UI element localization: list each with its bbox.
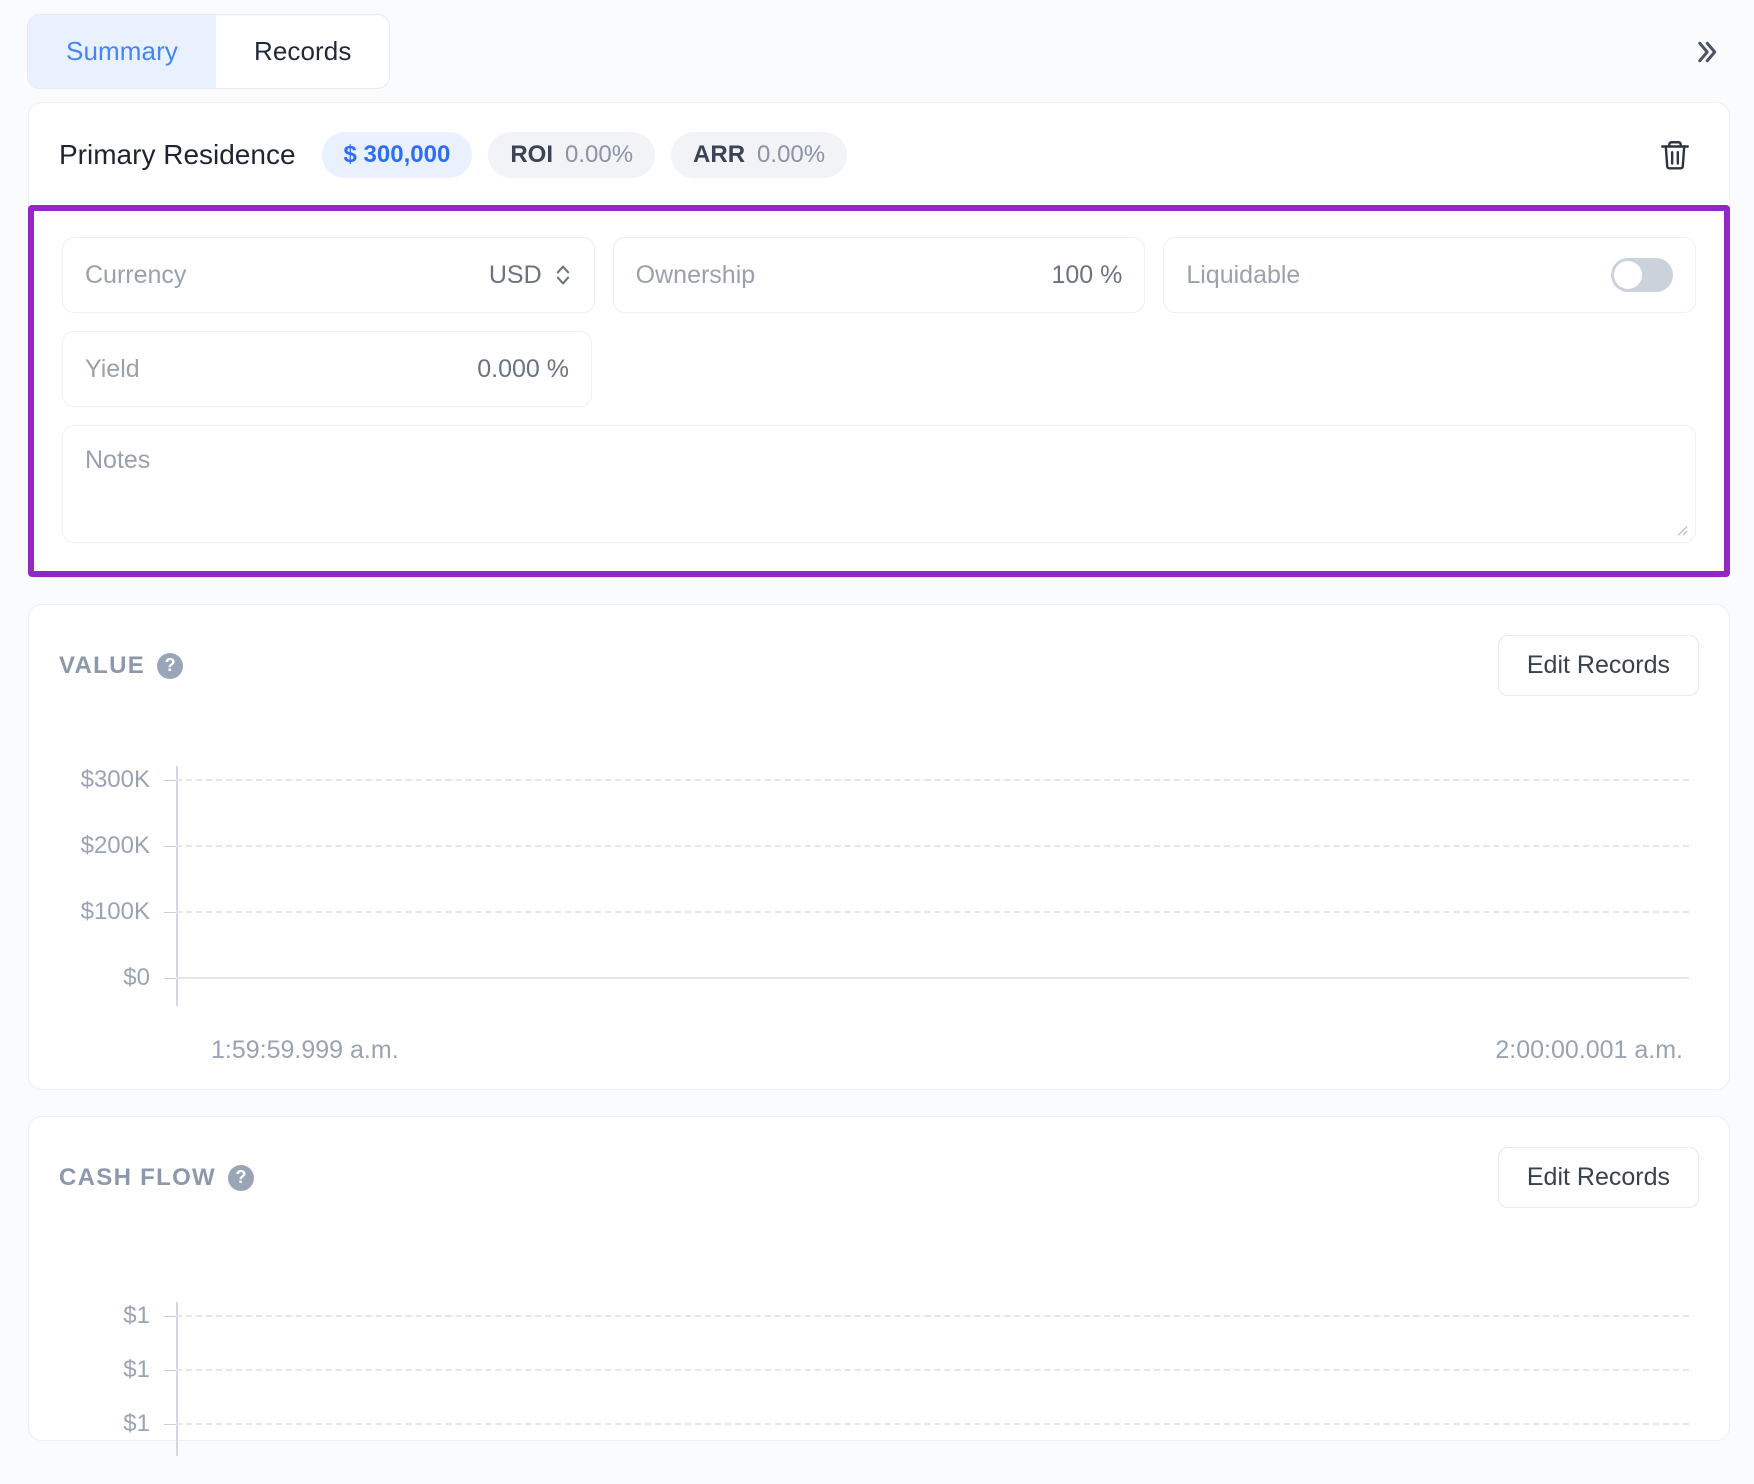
cashflow-gridline-1: $1 (59, 1302, 1689, 1330)
value-tick-mark (164, 779, 176, 781)
cashflow-chart-header: CASH FLOW ? Edit Records (59, 1147, 1699, 1208)
value-ytick-label: $300K (80, 766, 150, 793)
value-section-title: VALUE (59, 651, 146, 679)
value-gridline-300k: $300K (59, 766, 1689, 794)
asset-header: Primary Residence $ 300,000 ROI 0.00% AR… (29, 103, 1729, 205)
value-plot-gridlines: $300K $200K $100K $0 (59, 704, 1699, 1024)
chevron-double-right-icon[interactable] (1684, 30, 1728, 74)
value-grid-line (176, 845, 1689, 847)
cashflow-gridline-3: $1 (59, 1410, 1689, 1438)
form-row-2-spacer-2 (1162, 331, 1696, 407)
value-grid-line (176, 911, 1689, 913)
value-chart-card: VALUE ? Edit Records $300K $200K $100K $… (28, 604, 1730, 1090)
form-row-1: Currency USD Ownership 100 % Liquidable (62, 237, 1697, 313)
liquidable-field[interactable]: Liquidable (1163, 237, 1697, 313)
resize-handle-icon[interactable] (1674, 522, 1688, 536)
value-ytick-label: $0 (123, 964, 150, 991)
roi-value: 0.00% (564, 141, 634, 168)
arr-badge: ARR 0.00% (671, 132, 848, 178)
yield-value: 0.000 % (477, 354, 569, 383)
value-xtick-end: 2:00:00.001 a.m. (1495, 1036, 1683, 1064)
value-ytick-label: $100K (80, 898, 150, 925)
value-tick-mark (164, 845, 176, 847)
toggle-knob (1614, 261, 1643, 289)
question-mark-icon[interactable]: ? (157, 652, 184, 679)
value-xtick-start: 1:59:59.999 a.m. (211, 1036, 399, 1064)
cashflow-edit-records-button[interactable]: Edit Records (1497, 1147, 1699, 1208)
form-row-2: Yield 0.000 % (62, 331, 1696, 407)
chevron-up-down-icon[interactable] (554, 262, 572, 288)
value-gridline-200k: $200K (59, 832, 1689, 860)
yield-input[interactable]: Yield 0.000 % (62, 331, 592, 407)
form-row-2-spacer (610, 331, 1144, 407)
value-tick-mark (164, 911, 176, 913)
arr-value: 0.00% (757, 141, 826, 168)
currency-value-group: USD (489, 261, 572, 290)
arr-label: ARR (693, 141, 746, 168)
value-plot: $300K $200K $100K $0 (59, 704, 1699, 1024)
asset-properties-highlight: Currency USD Ownership 100 % Liquidable … (28, 205, 1730, 577)
cashflow-ytick-label: $1 (123, 1356, 150, 1383)
tab-group: Summary Records (28, 14, 390, 88)
notes-textarea[interactable]: Notes (62, 425, 1696, 543)
cashflow-ytick-label: $1 (123, 1302, 150, 1329)
asset-card: Primary Residence $ 300,000 ROI 0.00% AR… (28, 102, 1730, 578)
currency-label: Currency (85, 260, 187, 289)
value-chart-header: VALUE ? Edit Records (59, 635, 1699, 696)
top-tab-bar: Summary Records (0, 0, 1754, 102)
currency-value: USD (488, 260, 542, 289)
cashflow-plot: $1 $1 $1 (59, 1216, 1699, 1456)
value-x-axis-labels: 1:59:59.999 a.m. 2:00:00.001 a.m. (59, 1024, 1699, 1065)
question-mark-icon[interactable]: ? (228, 1164, 255, 1191)
ownership-value: 100 % (1051, 260, 1123, 289)
notes-placeholder: Notes (85, 446, 151, 474)
asset-detail-panel: Summary Records Primary Residence $ 300,… (0, 0, 1754, 1484)
cashflow-grid-line (176, 1369, 1689, 1371)
tab-records[interactable]: Records (215, 14, 390, 88)
currency-select[interactable]: Currency USD (62, 237, 595, 313)
cashflow-grid-line (176, 1315, 1689, 1317)
roi-badge: ROI 0.00% (488, 132, 656, 178)
cashflow-tick-mark (164, 1369, 176, 1371)
cashflow-section-title: CASH FLOW (59, 1163, 217, 1191)
value-axis-line (176, 977, 1689, 979)
asset-name: Primary Residence (59, 139, 296, 170)
cashflow-grid-line (176, 1423, 1689, 1425)
liquidable-toggle[interactable] (1611, 258, 1674, 292)
cashflow-ytick-label: $1 (123, 1410, 150, 1437)
cashflow-tick-mark (164, 1423, 176, 1425)
value-grid-line (176, 779, 1689, 781)
value-gridline-0: $0 (59, 964, 1689, 992)
yield-label: Yield (85, 354, 140, 383)
trash-icon[interactable] (1651, 131, 1699, 179)
value-gridline-100k: $100K (59, 898, 1689, 926)
ownership-input[interactable]: Ownership 100 % (612, 237, 1146, 313)
asset-value-badge: $ 300,000 (321, 132, 473, 178)
ownership-label: Ownership (635, 260, 756, 289)
cashflow-gridline-2: $1 (59, 1356, 1689, 1384)
value-tick-mark (164, 977, 176, 979)
roi-label: ROI (510, 141, 553, 168)
asset-value-text: $ 300,000 (343, 141, 451, 168)
cashflow-plot-gridlines: $1 $1 $1 (59, 1216, 1699, 1456)
cashflow-tick-mark (164, 1315, 176, 1317)
liquidable-label: Liquidable (1186, 260, 1301, 289)
value-edit-records-button[interactable]: Edit Records (1497, 635, 1699, 696)
cashflow-chart-card: CASH FLOW ? Edit Records $1 $1 $1 (28, 1116, 1730, 1456)
tab-summary[interactable]: Summary (28, 14, 216, 88)
value-ytick-label: $200K (80, 832, 150, 859)
